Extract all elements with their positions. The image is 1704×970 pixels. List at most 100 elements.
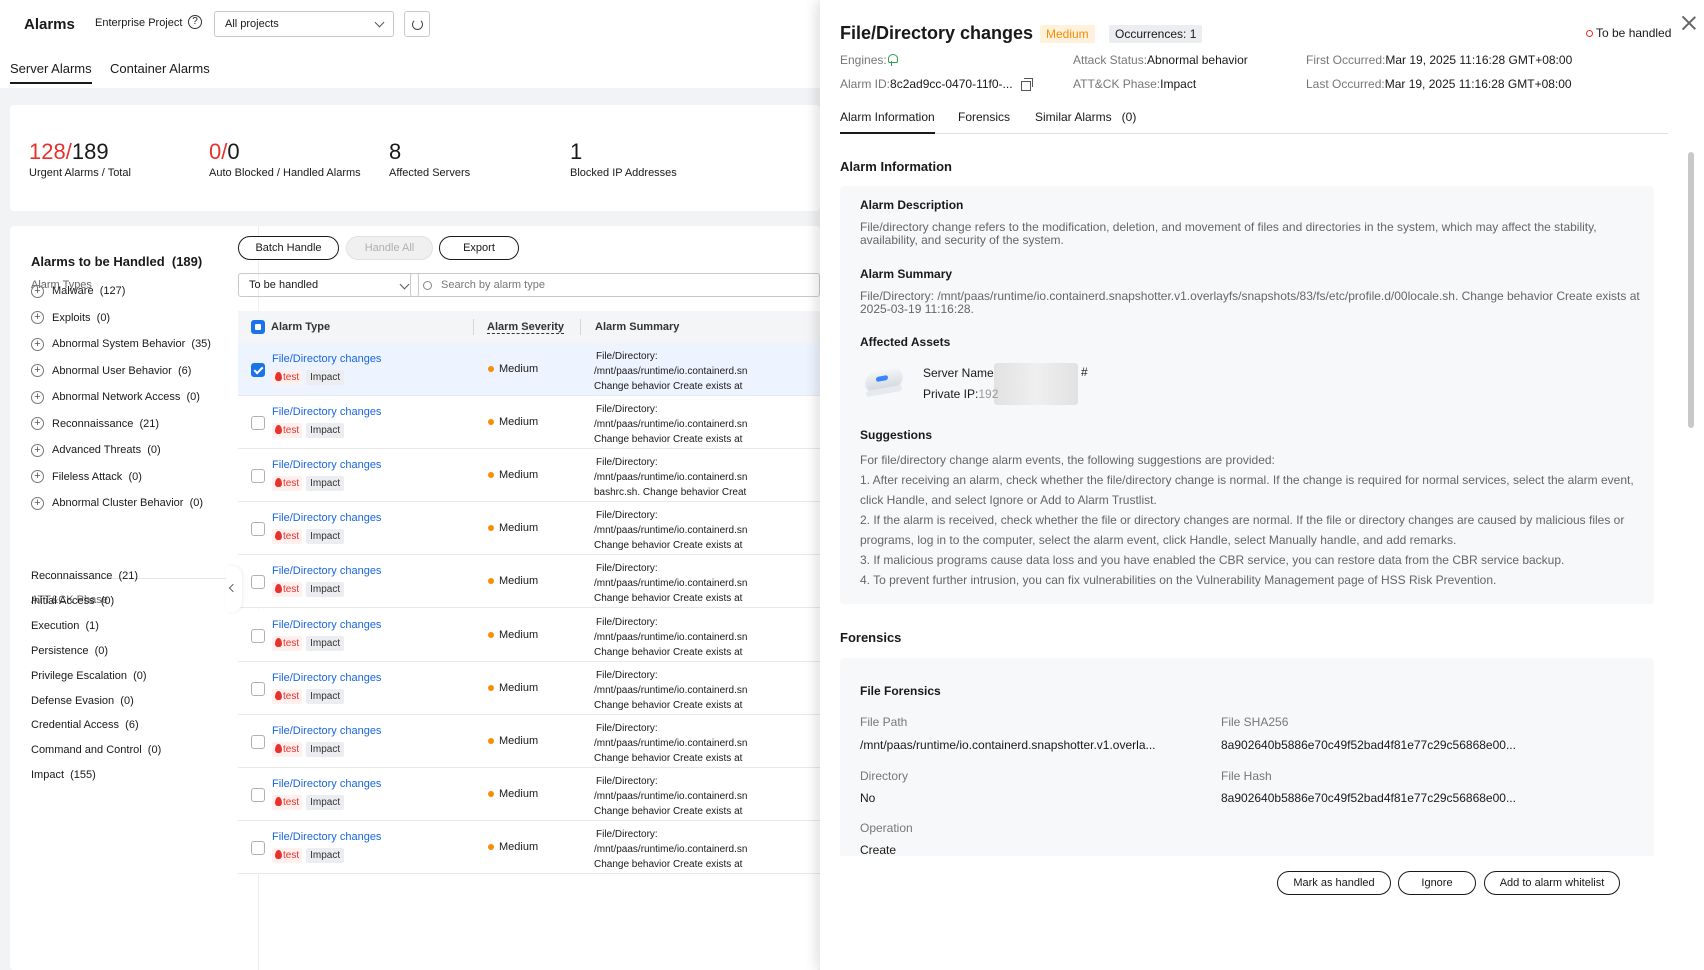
alarm-type-link[interactable]: File/Directory changes [272, 725, 381, 737]
row-checkbox[interactable] [251, 734, 265, 749]
copy-icon[interactable] [1020, 78, 1033, 91]
alarm-type-link[interactable]: File/Directory changes [272, 512, 381, 524]
project-select[interactable]: All projects [214, 11, 394, 37]
handle-all-button[interactable]: Handle All [346, 236, 433, 260]
stat-blocked-handled[interactable]: 0/0 Auto Blocked / Handled Alarms [209, 139, 361, 179]
phase-item[interactable]: Impact (155) [31, 769, 96, 781]
plus-icon[interactable]: + [31, 470, 44, 483]
plus-icon[interactable]: + [31, 364, 44, 377]
alarm-type-link[interactable]: File/Directory changes [272, 672, 381, 684]
row-checkbox[interactable] [251, 416, 265, 431]
table-row[interactable]: File/Directory changes test Impact Medium Fi… [238, 714, 820, 768]
refresh-button[interactable] [404, 11, 430, 37]
alarm-type-item[interactable]: + Fileless Attack (0) [31, 469, 142, 485]
phase-item[interactable]: Privilege Escalation (0) [31, 670, 147, 682]
alarm-type-item[interactable]: + Abnormal User Behavior (6) [31, 363, 191, 379]
alarm-type-link[interactable]: File/Directory changes [272, 353, 381, 365]
table-row[interactable]: File/Directory changes test Impact Medium Fi… [238, 502, 820, 556]
plus-icon[interactable]: + [31, 284, 44, 298]
stat-blocked-ips[interactable]: 1 Blocked IP Addresses [570, 139, 677, 179]
tag-test: test [272, 423, 303, 439]
flame-icon [275, 372, 282, 381]
row-checkbox[interactable] [251, 628, 265, 643]
table-row[interactable]: File/Directory changes test Impact Medium Fi… [238, 661, 820, 715]
alarm-type-item[interactable]: + Malware (127) [31, 283, 125, 299]
alarm-type-item[interactable]: + Abnormal Network Access (0) [31, 389, 200, 405]
phase-item[interactable]: Execution (1) [31, 620, 99, 632]
alarm-type-link[interactable]: File/Directory changes [272, 619, 381, 631]
plus-icon[interactable]: + [31, 337, 44, 351]
table-row[interactable]: File/Directory changes test Impact Medium Fi… [238, 343, 820, 396]
pin-icon[interactable] [887, 54, 898, 66]
phase-item[interactable]: Defense Evasion (0) [31, 695, 134, 707]
tab-similar-alarms[interactable]: Similar Alarms (0) [1035, 110, 1136, 132]
stat-urgent-total[interactable]: 128/189 Urgent Alarms / Total [29, 139, 131, 179]
alarm-type-item[interactable]: + Abnormal Cluster Behavior (0) [31, 495, 203, 511]
row-checkbox[interactable] [251, 522, 265, 537]
table-row[interactable]: File/Directory changes test Impact Medium Fi… [238, 767, 820, 821]
phase-item[interactable]: Persistence (0) [31, 645, 108, 657]
tag-impact: Impact [306, 529, 345, 545]
row-checkbox[interactable] [251, 575, 265, 590]
row-checkbox[interactable] [251, 787, 265, 802]
row-checkbox[interactable] [251, 681, 265, 696]
alarm-type-label: Abnormal Network Access [52, 391, 181, 403]
mark-as-handled-button[interactable]: Mark as handled [1277, 871, 1391, 895]
alarm-type-link[interactable]: File/Directory changes [272, 565, 381, 577]
alarm-type-link[interactable]: File/Directory changes [272, 831, 381, 843]
plus-icon[interactable]: + [31, 417, 44, 430]
plus-icon[interactable]: + [31, 496, 44, 510]
table-row[interactable]: File/Directory changes test Impact Medium Fi… [238, 449, 820, 503]
alarm-type-item[interactable]: + Advanced Threats (0) [31, 442, 161, 458]
phase-item[interactable]: Command and Control (0) [31, 744, 161, 756]
plus-icon[interactable]: + [31, 311, 44, 324]
suggestions-title: Suggestions [860, 428, 933, 442]
tag-test: test [272, 476, 303, 492]
stat-affected-servers[interactable]: 8 Affected Servers [389, 139, 470, 179]
tab-server-alarms[interactable]: Server Alarms [10, 61, 92, 84]
server-icon [864, 362, 904, 398]
tag-test: test [272, 847, 303, 863]
alarm-type-label: Fileless Attack [52, 470, 123, 483]
tab-forensics[interactable]: Forensics [958, 110, 1010, 132]
row-checkbox[interactable] [251, 363, 265, 377]
export-button[interactable]: Export [439, 236, 519, 260]
drawer-content[interactable]: Alarm Information Alarm Description File… [820, 150, 1704, 856]
alarm-type-item[interactable]: + Exploits (0) [31, 310, 110, 326]
alarm-type-link[interactable]: File/Directory changes [272, 778, 381, 790]
collapse-sidebar-handle[interactable] [226, 566, 242, 612]
table-row[interactable]: File/Directory changes test Impact Medium Fi… [238, 396, 820, 450]
tab-container-alarms[interactable]: Container Alarms [110, 61, 210, 76]
batch-handle-button[interactable]: Batch Handle [238, 236, 339, 260]
select-all-checkbox[interactable] [251, 320, 265, 334]
phase-item[interactable]: Credential Access (6) [31, 719, 139, 731]
phase-item[interactable]: Initial Access (0) [31, 595, 114, 607]
add-to-whitelist-button[interactable]: Add to alarm whitelist [1484, 871, 1620, 895]
last-occurred-label: Last Occurred: [1306, 77, 1385, 91]
plus-icon[interactable]: + [31, 443, 44, 457]
tab-alarm-information[interactable]: Alarm Information [840, 110, 935, 134]
help-icon[interactable]: ? [188, 15, 202, 29]
table-row[interactable]: File/Directory changes test Impact Medium Fi… [238, 820, 820, 874]
status-filter-select[interactable]: To be handled [238, 273, 419, 297]
alarm-type-item[interactable]: + Abnormal System Behavior (35) [31, 336, 211, 352]
phase-item[interactable]: Reconnaissance (21) [31, 570, 138, 582]
col-alarm-severity[interactable]: Alarm Severity [487, 321, 565, 334]
row-checkbox[interactable] [251, 469, 265, 484]
col-separator [473, 319, 474, 335]
table-row[interactable]: File/Directory changes test Impact Medium Fi… [238, 555, 820, 609]
summary-cell: File/Directory: /mnt/paas/runtime/io.cont… [594, 561, 808, 606]
alarm-type-link[interactable]: File/Directory changes [272, 406, 381, 418]
alarm-type-item[interactable]: + Reconnaissance (21) [31, 416, 159, 432]
table-row[interactable]: File/Directory changes test Impact Medium Fi… [238, 608, 820, 662]
ignore-button[interactable]: Ignore [1398, 871, 1476, 895]
close-icon[interactable] [1680, 14, 1698, 32]
search-input[interactable]: Search by alarm type [410, 273, 820, 297]
row-checkbox[interactable] [251, 840, 265, 855]
alarm-type-link[interactable]: File/Directory changes [272, 459, 381, 471]
drawer-scrollbar[interactable] [1688, 152, 1694, 428]
operation-label: Operation [860, 821, 913, 835]
page-title: Alarms [24, 16, 75, 33]
plus-icon[interactable]: + [31, 390, 44, 404]
phase-item-count: (155) [70, 769, 96, 782]
